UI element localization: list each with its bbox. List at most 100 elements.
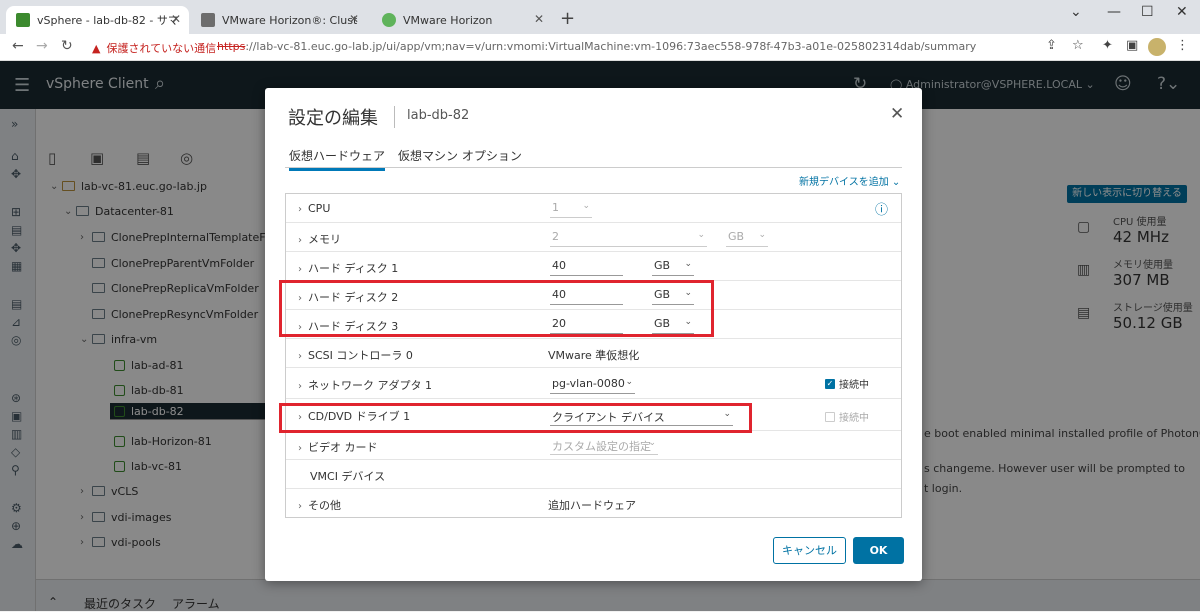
chevron-down-icon: ⌄ xyxy=(648,438,656,448)
memory-select[interactable]: 2 ⌄ xyxy=(550,230,707,247)
network-select[interactable]: pg-vlan-0080 ⌄ xyxy=(550,377,635,394)
chevron-right-icon: › xyxy=(298,381,302,392)
warning-text: 保護されていない通信 xyxy=(106,42,217,55)
hardware-row-video: › ビデオ カード カスタム設定の指定 ⌄ xyxy=(286,431,901,460)
chevron-down-icon: ⌄ xyxy=(625,377,633,387)
memory-unit-select[interactable]: GB ⌄ xyxy=(726,230,768,247)
tab-vm-options[interactable]: 仮想マシン オプション xyxy=(398,147,522,164)
chevron-down-icon: ⌄ xyxy=(684,259,692,269)
tab-title: VMware Horizon®: Cluster-LAB- xyxy=(222,13,357,27)
title-divider xyxy=(394,106,395,128)
add-new-device-button[interactable]: 新規デバイスを追加 ⌄ xyxy=(799,173,900,188)
hardware-list: › CPU 1 ⌄ ⓘ › メモリ 2 ⌄ GB ⌄ › ハード ディスク 1 40 GB ⌄… xyxy=(285,193,902,518)
chevron-right-icon: › xyxy=(298,501,302,512)
chevron-right-icon: › xyxy=(298,264,302,275)
cancel-button[interactable]: キャンセル xyxy=(773,537,846,564)
maximize-button[interactable]: ☐ xyxy=(1141,4,1154,20)
menu-icon[interactable]: ⋮ xyxy=(1176,38,1189,53)
vmware-favicon-icon xyxy=(201,13,215,27)
disk1-size-input[interactable]: 40 xyxy=(550,259,623,276)
new-tab-button[interactable]: + xyxy=(560,8,575,29)
url-scheme: https xyxy=(217,40,246,53)
add-device-label: 新規デバイスを追加 xyxy=(799,177,889,188)
checkbox-label: 接続中 xyxy=(839,413,869,424)
browser-tab-horizon-cluster[interactable]: VMware Horizon®: Cluster-LAB- ✕ xyxy=(191,6,367,34)
row-toggle[interactable]: › CPU xyxy=(298,202,330,215)
edit-settings-dialog: 設定の編集 lab-db-82 ✕ 仮想ハードウェア 仮想マシン オプション 新… xyxy=(265,88,922,581)
row-label: ネットワーク アダプタ 1 xyxy=(308,379,432,392)
close-tab-icon[interactable]: ✕ xyxy=(534,12,544,26)
checkbox-checked-icon: ✓ xyxy=(825,378,835,389)
url-field[interactable]: https://lab-vc-81.euc.go-lab.jp/ui/app/v… xyxy=(217,40,976,53)
browser-tab-vsphere[interactable]: vSphere - lab-db-82 - サマリ ✕ xyxy=(6,6,189,34)
hardware-row-other: › その他 追加ハードウェア xyxy=(286,489,901,518)
row-toggle[interactable]: › ビデオ カード xyxy=(298,439,378,455)
extensions-icon[interactable]: ✦ xyxy=(1102,38,1113,53)
video-select[interactable]: カスタム設定の指定 ⌄ xyxy=(550,438,658,455)
row-label: その他 xyxy=(308,499,341,512)
profile-avatar[interactable] xyxy=(1148,38,1166,56)
hardware-row-network: › ネットワーク アダプタ 1 pg-vlan-0080 ⌄ ✓ 接続中 xyxy=(286,368,901,399)
close-icon[interactable]: ✕ xyxy=(890,104,904,124)
hardware-row-memory: › メモリ 2 ⌄ GB ⌄ xyxy=(286,223,901,252)
select-value: GB xyxy=(654,259,671,272)
hardware-row-scsi: › SCSI コントローラ 0 VMware 準仮想化 xyxy=(286,339,901,368)
hardware-row-vmci: VMCI デバイス xyxy=(286,460,901,489)
horizon-favicon-icon xyxy=(382,13,396,27)
select-value: カスタム設定の指定 xyxy=(552,440,651,453)
info-icon[interactable]: ⓘ xyxy=(875,199,888,218)
vsphere-favicon-icon xyxy=(16,13,30,27)
disk1-unit-select[interactable]: GB ⌄ xyxy=(652,259,694,276)
tab-divider xyxy=(285,167,902,168)
row-toggle[interactable]: › メモリ xyxy=(298,231,341,247)
row-label: SCSI コントローラ 0 xyxy=(308,349,413,362)
chevron-down-icon: ⌄ xyxy=(758,230,766,240)
forward-arrow-icon[interactable]: → xyxy=(36,38,48,54)
chevron-down-icon: ⌄ xyxy=(582,201,590,211)
cpu-select[interactable]: 1 ⌄ xyxy=(550,201,592,218)
row-toggle[interactable]: › SCSI コントローラ 0 xyxy=(298,347,413,363)
highlight-box xyxy=(279,403,752,433)
sidepanel-icon[interactable]: ▣ xyxy=(1126,38,1138,53)
close-tab-icon[interactable]: ✕ xyxy=(171,12,181,26)
chevron-right-icon: › xyxy=(298,204,302,215)
minimize-button[interactable]: — xyxy=(1107,4,1121,20)
security-warning[interactable]: ▲ 保護されていない通信 xyxy=(92,40,216,56)
scsi-type-value: VMware 準仮想化 xyxy=(548,349,640,362)
warning-icon: ▲ xyxy=(92,41,101,55)
row-toggle[interactable]: › ネットワーク アダプタ 1 xyxy=(298,377,432,393)
close-window-button[interactable]: ✕ xyxy=(1176,4,1188,20)
select-value: pg-vlan-0080 xyxy=(552,377,625,390)
cddvd-connected-checkbox[interactable]: 接続中 xyxy=(825,409,869,424)
back-arrow-icon[interactable]: ← xyxy=(12,38,24,54)
browser-tab-horizon[interactable]: VMware Horizon ✕ xyxy=(372,6,552,34)
network-connected-checkbox[interactable]: ✓ 接続中 xyxy=(825,376,869,391)
ok-button[interactable]: OK xyxy=(853,537,904,564)
tab-title: vSphere - lab-db-82 - サマリ xyxy=(37,14,177,27)
select-value: 2 xyxy=(552,230,559,243)
chevron-down-icon[interactable]: ⌄ xyxy=(1070,4,1082,20)
chevron-right-icon: › xyxy=(298,235,302,246)
row-label: ビデオ カード xyxy=(308,441,378,454)
other-value: 追加ハードウェア xyxy=(548,499,636,512)
bookmark-star-icon[interactable]: ☆ xyxy=(1072,38,1084,53)
close-tab-icon[interactable]: ✕ xyxy=(349,12,359,26)
chevron-right-icon: › xyxy=(298,351,302,362)
dialog-subtitle: lab-db-82 xyxy=(407,108,470,123)
row-toggle[interactable]: › その他 xyxy=(298,497,341,513)
dialog-title: 設定の編集 xyxy=(288,108,378,129)
share-icon[interactable]: ⇪ xyxy=(1046,38,1057,53)
row-toggle[interactable]: › ハード ディスク 1 xyxy=(298,260,398,276)
tab-title: VMware Horizon xyxy=(403,13,493,27)
row-label: CPU xyxy=(308,202,331,215)
select-value: 1 xyxy=(552,201,559,214)
select-value: GB xyxy=(728,230,745,243)
browser-tab-bar: vSphere - lab-db-82 - サマリ ✕ VMware Horiz… xyxy=(0,0,1200,34)
row-label: メモリ xyxy=(308,233,341,246)
highlight-box xyxy=(279,280,714,337)
hardware-row-cpu: › CPU 1 ⌄ ⓘ xyxy=(286,194,901,223)
reload-icon[interactable]: ↻ xyxy=(61,38,73,54)
chevron-right-icon: › xyxy=(298,443,302,454)
hardware-row-disk1: › ハード ディスク 1 40 GB ⌄ xyxy=(286,252,901,281)
row-label: VMCI デバイス xyxy=(310,470,386,483)
